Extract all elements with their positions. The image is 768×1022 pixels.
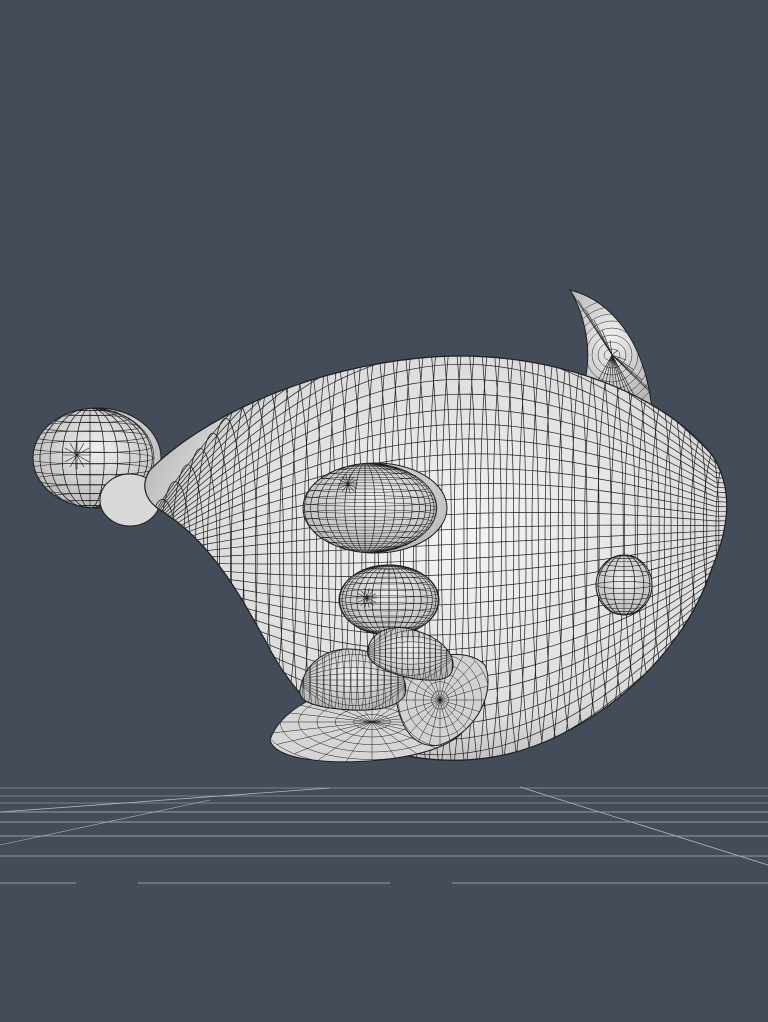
ground-grid	[0, 786, 768, 886]
3d-viewport[interactable]	[0, 0, 768, 1022]
mouse-creature-mesh[interactable]	[26, 274, 744, 815]
viewport-canvas[interactable]	[0, 0, 768, 1022]
side-sphere[interactable]	[595, 554, 653, 616]
lower-sphere[interactable]	[338, 564, 440, 636]
